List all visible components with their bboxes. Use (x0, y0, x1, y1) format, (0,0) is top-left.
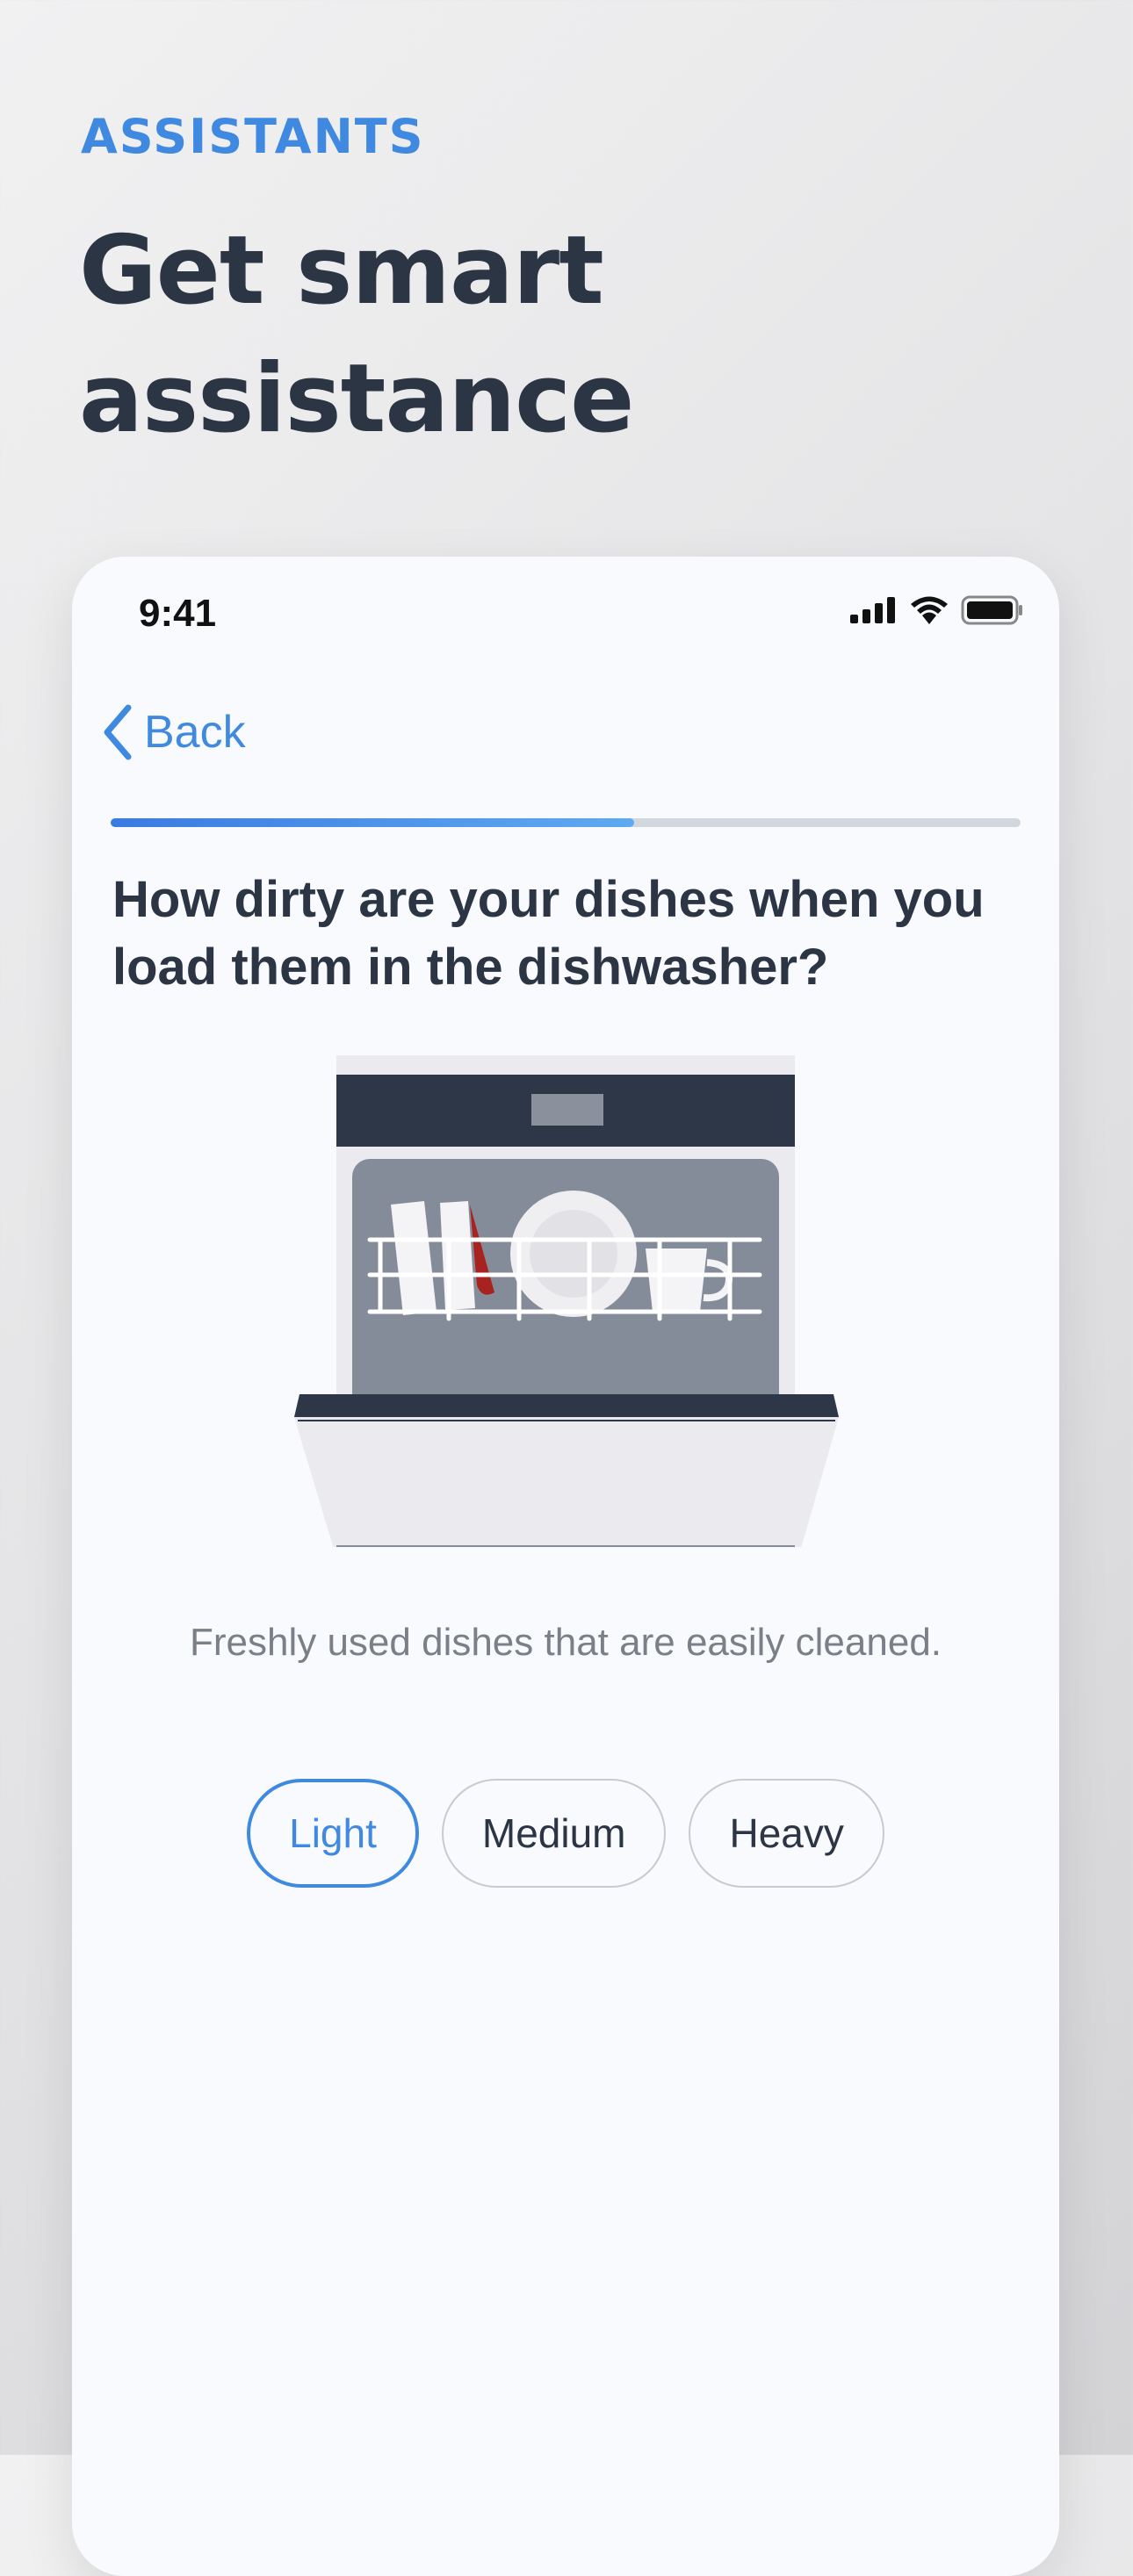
chevron-left-icon (104, 704, 132, 760)
option-light-button[interactable]: Light (247, 1779, 419, 1888)
dirtiness-options: Light Medium Heavy (72, 1779, 1059, 1888)
section-eyebrow: ASSISTANTS (81, 109, 425, 164)
wifi-icon (911, 596, 948, 624)
phone-screen: 9:41 Back How dirty are your dishes when… (72, 557, 1059, 2576)
status-time: 9:41 (139, 592, 217, 635)
progress-bar (111, 818, 1021, 827)
progress-fill (111, 818, 634, 827)
option-medium-button[interactable]: Medium (441, 1779, 667, 1888)
dishwasher-illustration (294, 1055, 839, 1547)
back-label: Back (144, 707, 246, 758)
battery-icon (961, 595, 1022, 625)
back-button[interactable]: Back (100, 704, 246, 760)
answer-description: Freshly used dishes that are easily clea… (189, 1621, 942, 1664)
page-headline: Get smart assistance (79, 216, 634, 454)
question-text: How dirty are your dishes when you load … (112, 871, 985, 996)
status-icons (850, 595, 1024, 625)
option-heavy-button[interactable]: Heavy (689, 1779, 884, 1888)
signal-icon (850, 597, 895, 623)
